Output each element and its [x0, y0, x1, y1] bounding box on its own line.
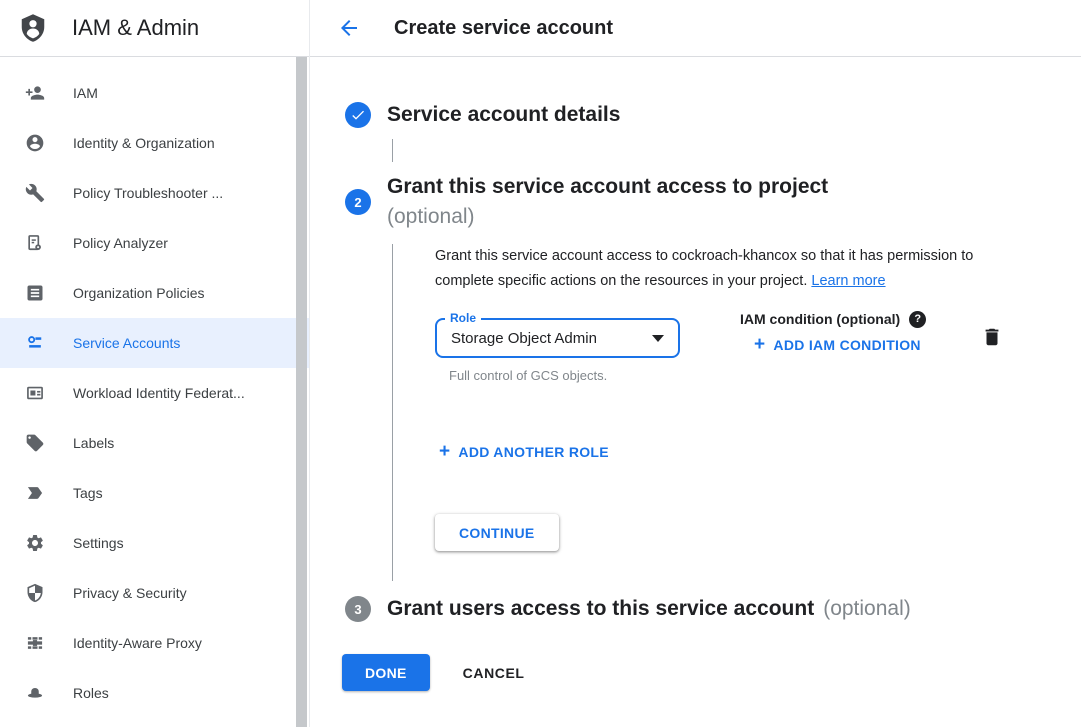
sidebar-item-roles[interactable]: Roles	[0, 668, 309, 718]
sidebar-item-settings[interactable]: Settings	[0, 518, 309, 568]
step-2-title: Grant this service account access to pro…	[387, 172, 828, 202]
sidebar-item-label: Settings	[73, 535, 124, 551]
sidebar-item-privacy-security[interactable]: Privacy & Security	[0, 568, 309, 618]
sidebar-item-label: Labels	[73, 435, 114, 451]
sidebar-item-policy-analyzer[interactable]: Policy Analyzer	[0, 218, 309, 268]
step-1-header[interactable]: Service account details	[345, 100, 1081, 130]
step-2-optional-label: (optional)	[387, 202, 828, 232]
sidebar-item-label: Roles	[73, 685, 109, 701]
label-important-icon	[25, 483, 45, 503]
sidebar-item-label: Service Accounts	[73, 335, 180, 351]
step-3-title-line: Grant users access to this service accou…	[387, 594, 911, 624]
iam-condition-block: IAM condition (optional) ? + ADD IAM CON…	[740, 310, 926, 355]
caret-down-icon	[652, 335, 664, 342]
step-3-number-badge: 3	[345, 596, 371, 622]
product-title: IAM & Admin	[72, 15, 199, 41]
description-text: Grant this service account access to coc…	[435, 248, 973, 289]
back-arrow-icon[interactable]	[337, 16, 361, 40]
sidebar-item-label: Tags	[73, 485, 103, 501]
step-3-title: Grant users access to this service accou…	[387, 597, 814, 620]
step-2-number-badge: 2	[345, 189, 371, 215]
sidebar-item-service-accounts[interactable]: Service Accounts	[0, 318, 309, 368]
create-service-account-form: Service account details 2 Grant this ser…	[310, 57, 1081, 691]
app-window: IAM & Admin IAM Identity & Organization	[0, 0, 1081, 727]
learn-more-link[interactable]: Learn more	[811, 273, 885, 289]
sidebar-item-label: IAM	[73, 85, 98, 101]
sidebar-item-tags[interactable]: Tags	[0, 468, 309, 518]
iam-admin-shield-icon	[18, 13, 48, 43]
step-1-title: Service account details	[387, 100, 620, 130]
step-2-description: Grant this service account access to coc…	[435, 244, 1017, 294]
sidebar-item-label: Organization Policies	[73, 285, 205, 301]
add-iam-condition-button[interactable]: + ADD IAM CONDITION	[754, 337, 921, 353]
done-button[interactable]: DONE	[342, 654, 430, 691]
cancel-button[interactable]: CANCEL	[463, 665, 525, 681]
sidebar-item-label: Identity & Organization	[73, 135, 215, 151]
role-helper-text: Full control of GCS objects.	[449, 368, 680, 383]
sidebar-item-identity-organization[interactable]: Identity & Organization	[0, 118, 309, 168]
help-icon[interactable]: ?	[909, 311, 926, 328]
sidebar-scrollbar[interactable]	[296, 57, 307, 727]
service-account-icon	[25, 333, 45, 353]
role-dropdown-value: Storage Object Admin	[451, 330, 597, 347]
step-2-header[interactable]: 2 Grant this service account access to p…	[345, 172, 1081, 232]
article-icon	[25, 283, 45, 303]
sidebar-item-organization-policies[interactable]: Organization Policies	[0, 268, 309, 318]
hat-icon	[25, 683, 45, 703]
continue-button[interactable]: CONTINUE	[435, 514, 559, 551]
add-iam-condition-label: ADD IAM CONDITION	[773, 337, 920, 353]
sidebar-item-policy-troubleshooter[interactable]: Policy Troubleshooter ...	[0, 168, 309, 218]
role-field: Role Storage Object Admin Full control o…	[435, 318, 680, 383]
sidebar-item-label: Privacy & Security	[73, 585, 187, 601]
iam-condition-header: IAM condition (optional) ?	[740, 310, 926, 328]
sidebar: IAM & Admin IAM Identity & Organization	[0, 0, 310, 727]
person-add-icon	[25, 83, 45, 103]
step-3-header[interactable]: 3 Grant users access to this service acc…	[345, 594, 1081, 624]
plus-icon: +	[439, 445, 450, 459]
sidebar-item-identity-aware-proxy[interactable]: Identity-Aware Proxy	[0, 618, 309, 668]
delete-role-button[interactable]	[981, 326, 1003, 348]
plus-icon: +	[754, 338, 765, 352]
account-circle-icon	[25, 133, 45, 153]
role-row: Role Storage Object Admin Full control o…	[435, 318, 1081, 406]
role-field-label: Role	[445, 311, 481, 325]
tag-icon	[25, 433, 45, 453]
topbar: Create service account	[310, 0, 1081, 57]
sidebar-header: IAM & Admin	[0, 0, 309, 57]
add-another-role-label: ADD ANOTHER ROLE	[458, 444, 609, 460]
add-another-role-button[interactable]: + ADD ANOTHER ROLE	[439, 444, 609, 460]
trash-icon	[981, 326, 1003, 348]
sidebar-item-label: Policy Analyzer	[73, 235, 168, 251]
iam-condition-label: IAM condition (optional)	[740, 311, 900, 327]
sidebar-item-workload-identity-federation[interactable]: Workload Identity Federat...	[0, 368, 309, 418]
step-1-complete-check-icon	[345, 102, 371, 128]
gear-icon	[25, 533, 45, 553]
proxy-icon	[25, 633, 45, 653]
form-actions: DONE CANCEL	[342, 654, 1081, 691]
card-icon	[25, 383, 45, 403]
document-gear-icon	[25, 233, 45, 253]
sidebar-nav: IAM Identity & Organization Policy Troub…	[0, 57, 309, 718]
shield-half-icon	[25, 583, 45, 603]
step-2-body: Grant this service account access to coc…	[392, 244, 1081, 581]
sidebar-item-labels[interactable]: Labels	[0, 418, 309, 468]
step-3-optional-label: (optional)	[823, 597, 911, 620]
wrench-icon	[25, 183, 45, 203]
sidebar-item-label: Policy Troubleshooter ...	[73, 185, 223, 201]
main-panel: Create service account Service account d…	[310, 0, 1081, 727]
step-connector-line	[392, 139, 393, 162]
sidebar-item-iam[interactable]: IAM	[0, 68, 309, 118]
sidebar-item-label: Workload Identity Federat...	[73, 385, 245, 401]
page-title: Create service account	[394, 17, 613, 40]
sidebar-item-label: Identity-Aware Proxy	[73, 635, 202, 651]
